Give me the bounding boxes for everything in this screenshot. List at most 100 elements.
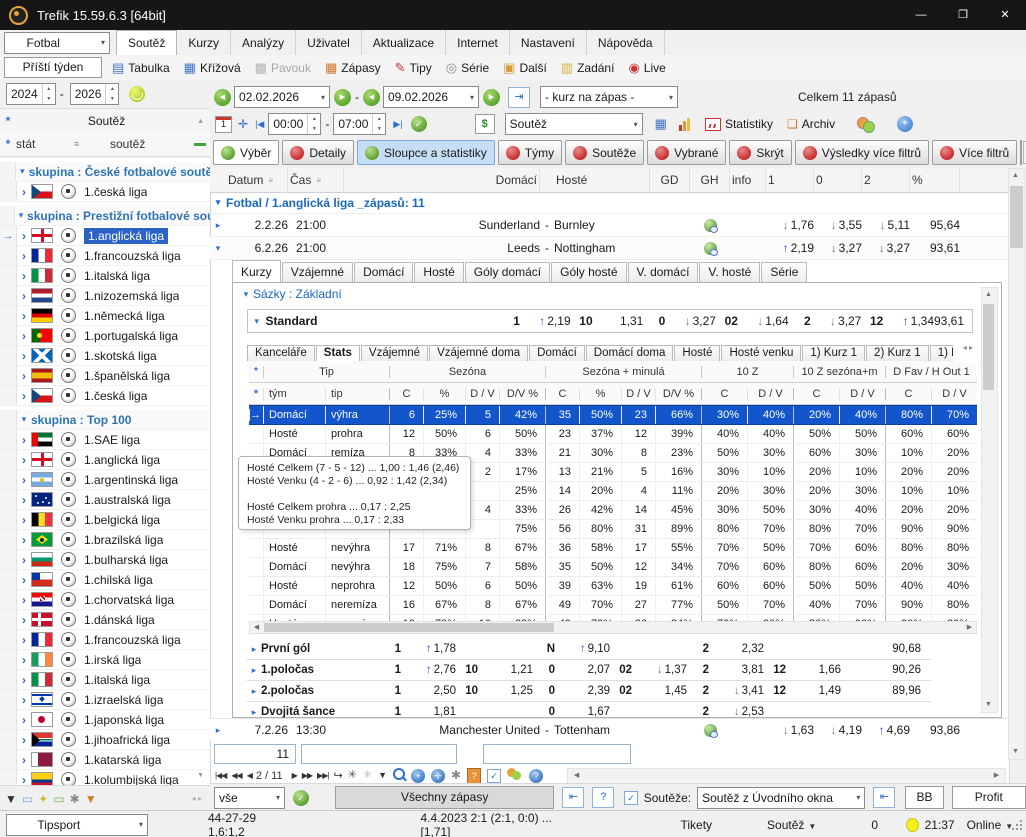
period-button[interactable]: Příští týden [4, 57, 102, 78]
calendar-icon[interactable]: 1 [215, 115, 232, 133]
time-to-spinner[interactable]: 07:00 ▲ ▼ [333, 113, 387, 135]
panel-icon[interactable]: ▭ [53, 793, 64, 805]
toolbar-button[interactable]: Zápasy [325, 61, 380, 75]
ok-icon[interactable]: ✓ [410, 116, 427, 132]
league-row[interactable]: › 1.irská liga [0, 650, 210, 670]
toolbar-button[interactable]: Zadání [561, 61, 614, 75]
stats-row[interactable]: Hosté prohra 12 50% 6 50% 23 37% 12 39% … [249, 425, 977, 444]
minimize-button[interactable]: — [900, 0, 942, 30]
league-row[interactable]: › 1.dánská liga [0, 610, 210, 630]
league-row[interactable]: › 1.španělská liga [0, 366, 210, 386]
menu-tab[interactable]: Soutěž [116, 30, 178, 55]
filter-button[interactable]: Týmy [497, 140, 563, 165]
nav-redo-icon[interactable]: ↪ [333, 769, 342, 782]
scroll-arrows-icon[interactable]: ◂ ▸ [192, 794, 202, 803]
league-row[interactable]: › 1.chilská liga [0, 570, 210, 590]
match-row[interactable]: 6.2.26 21:00 Leeds - Nottingham 2,19 3,2… [210, 237, 1008, 260]
kurz-select[interactable]: - kurz na zápas - ▾ [540, 86, 678, 108]
nav-forward-icon[interactable]: ▶▶ [302, 771, 313, 780]
expand-icon[interactable]: › [17, 229, 31, 243]
soutez-okno-select[interactable]: Soutěž z Úvodního okna ▾ [697, 786, 866, 809]
globe-icon[interactable] [703, 723, 718, 738]
bet-row[interactable]: ▸ 1.poločas 12,76 101,21 02,07 021,37 23… [247, 660, 931, 681]
league-row[interactable]: ▾ skupina : Prestižní fotbalové soutěže [0, 206, 210, 226]
nav-last-icon[interactable]: ▶▶| [317, 771, 329, 780]
filter-button[interactable]: Výsledky více filtrů [794, 140, 930, 165]
profit-button[interactable]: Profit [951, 786, 1026, 809]
league-row[interactable]: › 1.česká liga [0, 182, 210, 202]
col-datum[interactable]: Datum ≡ [226, 168, 288, 192]
col-cas[interactable]: Čas ≡ [288, 168, 344, 192]
league-row[interactable]: › 1.portugalská liga [0, 326, 210, 346]
stat-tab[interactable]: Vzájemné [360, 345, 429, 361]
expand-icon[interactable]: › [17, 369, 31, 383]
filter-funnel-icon[interactable]: ▼ [5, 793, 17, 805]
asterisk-icon[interactable]: * [249, 366, 263, 377]
filter-button[interactable]: Sloupce a statistiky [357, 140, 495, 165]
expand-icon[interactable]: › [17, 713, 31, 727]
col-hoste[interactable]: Hosté [554, 168, 650, 192]
match-row[interactable]: 7.2.26 13:30 Manchester United - Tottenh… [210, 719, 1008, 741]
league-row[interactable]: › 1.francouzská liga [0, 246, 210, 266]
stat-tab[interactable]: Stats [315, 345, 360, 361]
filter-icon[interactable]: ▼ [378, 770, 387, 781]
col-gh[interactable]: GH [690, 168, 730, 192]
col-0[interactable]: 0 [814, 168, 862, 192]
expand-icon[interactable]: › [17, 733, 31, 747]
expand-icon[interactable]: › [17, 349, 31, 363]
spinner-arrows-icon[interactable]: ▲ ▼ [372, 114, 385, 134]
pan-icon[interactable]: ✛ [238, 117, 248, 131]
filter-input[interactable] [301, 744, 457, 764]
window-icon[interactable]: ▭ [22, 793, 33, 805]
league-row[interactable]: › 1.nizozemská liga [0, 286, 210, 306]
ok-icon[interactable]: ✓ [293, 789, 309, 806]
stats-row[interactable]: Hosté neprohra 12 50% 6 50% 39 63% 19 61… [249, 577, 977, 596]
back-icon[interactable]: ⇤ [873, 787, 896, 808]
column-header-soutez[interactable]: soutěž [110, 137, 145, 151]
toolbar-button[interactable]: Tabulka [112, 61, 169, 75]
scroll-up-icon[interactable]: ▲ [982, 288, 995, 302]
scroll-down-icon[interactable]: ▼ [1009, 745, 1022, 759]
scroll-up-icon[interactable]: ▲ [1009, 169, 1022, 183]
soutez-menu[interactable]: Soutěž ▼ [767, 818, 816, 832]
wand-icon[interactable]: ✦ [38, 793, 48, 805]
stat-tab[interactable]: 1) Kurz 0 [929, 345, 953, 361]
expand-icon[interactable]: › [17, 673, 31, 687]
resize-grip[interactable] [1013, 820, 1022, 830]
stat-tab[interactable]: Domácí [529, 345, 585, 361]
filter-button[interactable]: Výběr [213, 140, 280, 165]
scrollbar-thumb[interactable] [983, 304, 994, 390]
collapse-icon[interactable]: ▾ [15, 210, 27, 221]
tikety-link[interactable]: Tikety [680, 818, 712, 832]
sport-select[interactable]: Fotbal ▾ [4, 31, 110, 54]
next-date-icon[interactable]: ▶ [334, 88, 351, 106]
stat-tab[interactable]: Kanceláře [247, 345, 315, 361]
expand-icon[interactable]: ▸ [247, 686, 261, 697]
league-row[interactable]: › 1.brazilská liga [0, 530, 210, 550]
barchart-icon[interactable] [678, 117, 691, 131]
back-icon[interactable]: ⇤ [562, 787, 585, 808]
league-row[interactable]: › 1.německá liga [0, 306, 210, 326]
funnel-clock-icon[interactable]: ▼ [85, 793, 97, 805]
collapse-icon[interactable]: ▾ [17, 414, 31, 425]
table-add-icon[interactable]: ▦ [655, 116, 667, 132]
scroll-down-icon[interactable]: ▼ [982, 698, 995, 712]
detail-tab[interactable]: Série [761, 262, 808, 282]
league-row[interactable]: › 1.italská liga [0, 670, 210, 690]
prev-date-icon[interactable]: ◀ [363, 88, 380, 106]
expand-icon[interactable]: › [17, 753, 31, 767]
expand-icon[interactable]: › [17, 289, 31, 303]
expand-icon[interactable]: › [17, 309, 31, 323]
detail-tab[interactable]: Domácí [354, 262, 414, 282]
expand-icon[interactable]: › [17, 433, 31, 447]
maximize-button[interactable]: ❐ [942, 0, 984, 30]
year-from-spinner[interactable]: 2024 ▲ ▼ [6, 83, 56, 105]
bet-row[interactable]: ▸ První gól 11,78 N9,10 22,32 90,68 [247, 639, 931, 660]
plus-icon[interactable]: + [897, 116, 914, 132]
league-row[interactable]: › 1.bulharská liga [0, 550, 210, 570]
detail-tab[interactable]: V. domácí [627, 262, 699, 282]
match-table-scrollbar[interactable]: ▲ ▼ [1008, 168, 1025, 760]
gear-icon[interactable]: ✱ [70, 793, 80, 805]
time-from-spinner[interactable]: 00:00 ▲ ▼ [268, 113, 322, 135]
stat-tab[interactable]: Hosté venku [721, 345, 802, 361]
